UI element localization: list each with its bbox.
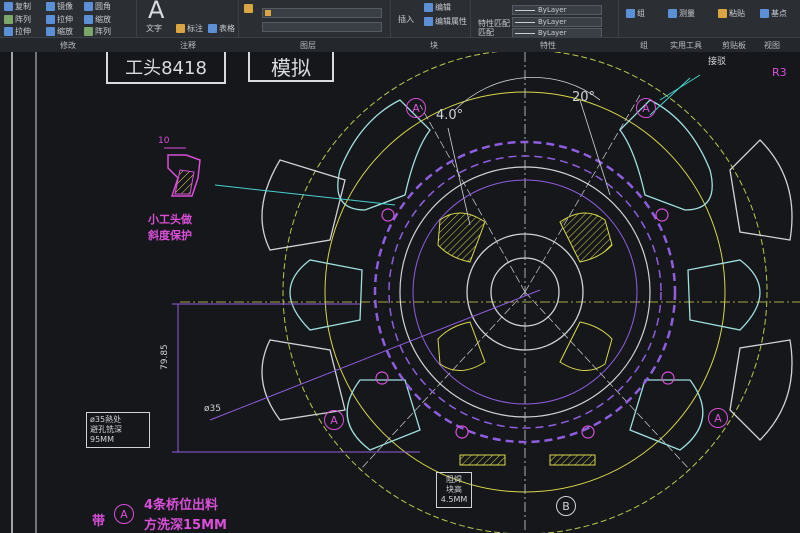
- insert-tool[interactable]: 插入: [398, 14, 414, 25]
- scale-icon: [84, 15, 93, 24]
- block-note: 阻焊 块高 4.5MM: [436, 472, 472, 508]
- circle-a-marker: A: [406, 98, 426, 118]
- leader-line: [579, 99, 611, 196]
- fillet-tool[interactable]: 圆角: [84, 1, 111, 12]
- radial-line: [419, 104, 526, 293]
- drawing-canvas[interactable]: 工头8418 模拟 10 小工头做 斜度保护 4.0° 20° 接驳 R3 79…: [0, 52, 800, 533]
- panel-layers[interactable]: 图层: [300, 40, 316, 51]
- panel-title-bar: 修改 注释 图层 块 特性 组 实用工具 剪贴板 视图: [0, 37, 800, 52]
- r3-label: R3: [772, 66, 787, 79]
- radial-line: [359, 291, 526, 471]
- paste-tool[interactable]: 粘贴: [718, 8, 745, 19]
- array-tool[interactable]: 阵列: [4, 14, 31, 25]
- angle-20-label: 20°: [572, 90, 596, 105]
- leader-line: [214, 184, 396, 206]
- fillet-icon: [84, 2, 93, 11]
- mirror-icon: [46, 2, 55, 11]
- title-box-2: 模拟: [248, 52, 334, 82]
- small-head-symbol: [164, 147, 201, 197]
- radial-line: [524, 291, 691, 471]
- hatched-block: [549, 454, 596, 466]
- group-icon: [626, 9, 635, 18]
- circle-a-marker: A: [708, 408, 728, 428]
- panel-modify[interactable]: 修改: [60, 40, 76, 51]
- copy-tool[interactable]: 复制: [4, 1, 31, 12]
- circle-b-marker: B: [556, 496, 576, 516]
- circle-a-marker: A: [636, 98, 656, 118]
- line-swatch-icon: [515, 32, 535, 34]
- circle-a-marker: A: [324, 410, 344, 430]
- table-tool[interactable]: 表格: [208, 23, 235, 34]
- dimension-icon: [176, 24, 185, 33]
- line-swatch-icon: [515, 21, 535, 23]
- stretch-alt-icon: [4, 27, 13, 36]
- panel-clipboard[interactable]: 剪贴板: [722, 40, 746, 51]
- edit-tool[interactable]: 编辑: [424, 2, 451, 13]
- cavity-outlines: [261, 99, 793, 451]
- layer-combo-2[interactable]: [262, 22, 382, 32]
- array-alt-icon: [84, 27, 93, 36]
- panel-view[interactable]: 视图: [764, 40, 780, 51]
- array-tool-2[interactable]: 阵列: [84, 26, 111, 37]
- ribbon-toolbar: 复制 镜像 圆角 阵列 拉伸 缩放 拉伸 缩放 阵列 A 文字 标注 表格 插入…: [0, 0, 800, 52]
- edit-attribute-tool[interactable]: 编辑属性: [424, 16, 467, 27]
- dimension-tool[interactable]: 标注: [176, 23, 203, 34]
- layer-properties-button[interactable]: [244, 4, 253, 13]
- panel-utilities[interactable]: 实用工具: [670, 40, 702, 51]
- scale-alt-icon: [46, 27, 55, 36]
- base-tool[interactable]: 基点: [760, 8, 787, 19]
- connect-label: 接驳: [708, 57, 727, 67]
- table-icon: [208, 24, 217, 33]
- copy-icon: [4, 2, 13, 11]
- scale-tool-2[interactable]: 缩放: [46, 26, 73, 37]
- panel-properties[interactable]: 特性: [540, 40, 556, 51]
- title-box-1: 工头8418: [106, 52, 226, 84]
- mirror-tool[interactable]: 镜像: [46, 1, 73, 12]
- edit-attribute-icon: [424, 17, 433, 26]
- line-swatch-icon: [515, 9, 535, 11]
- group-tool[interactable]: 组: [626, 8, 645, 19]
- bridge-note-line2: 方洗深15MM: [144, 518, 227, 533]
- bridge-note-line1: 4条桥位出料: [144, 498, 219, 513]
- small-head-note: 小工头做 斜度保护: [148, 213, 192, 242]
- measure-icon: [668, 9, 677, 18]
- bridge-note-prefix: 带: [92, 514, 106, 529]
- color-combo[interactable]: ByLayer: [512, 5, 602, 15]
- base-icon: [760, 9, 769, 18]
- lightbulb-icon: [265, 10, 271, 16]
- dimension-lines: [172, 289, 541, 453]
- panel-block[interactable]: 块: [430, 40, 438, 51]
- edit-icon: [424, 3, 433, 12]
- layer-icon: [244, 4, 253, 13]
- hatched-block: [459, 454, 506, 466]
- dim-79-85-label: 79.85: [160, 344, 170, 370]
- stretch-icon: [46, 15, 55, 24]
- stretch-tool[interactable]: 拉伸: [46, 14, 73, 25]
- stretch-tool-2[interactable]: 拉伸: [4, 26, 31, 37]
- scale-tool[interactable]: 缩放: [84, 14, 111, 25]
- panel-annotation[interactable]: 注释: [180, 40, 196, 51]
- measure-tool[interactable]: 测量: [668, 8, 695, 19]
- layer-combo[interactable]: [262, 8, 382, 18]
- array-icon: [4, 15, 13, 24]
- paste-icon: [718, 9, 727, 18]
- leader-line: [649, 77, 691, 116]
- panel-groups[interactable]: 组: [640, 40, 648, 51]
- angle-40-label: 4.0°: [436, 108, 464, 123]
- linetype-combo[interactable]: ByLayer: [512, 17, 602, 27]
- text-tool[interactable]: 文字: [146, 23, 162, 34]
- phi35-note: ø35熱处 避孔铣深 95MM: [86, 412, 150, 448]
- cad-drawing: [11, 52, 800, 533]
- leader-line: [447, 127, 471, 226]
- circle-a-marker: A: [114, 504, 134, 524]
- dim-phi35-label: ø35: [204, 404, 221, 414]
- text-icon[interactable]: A: [148, 0, 164, 24]
- dim-10-label: 10: [158, 136, 170, 146]
